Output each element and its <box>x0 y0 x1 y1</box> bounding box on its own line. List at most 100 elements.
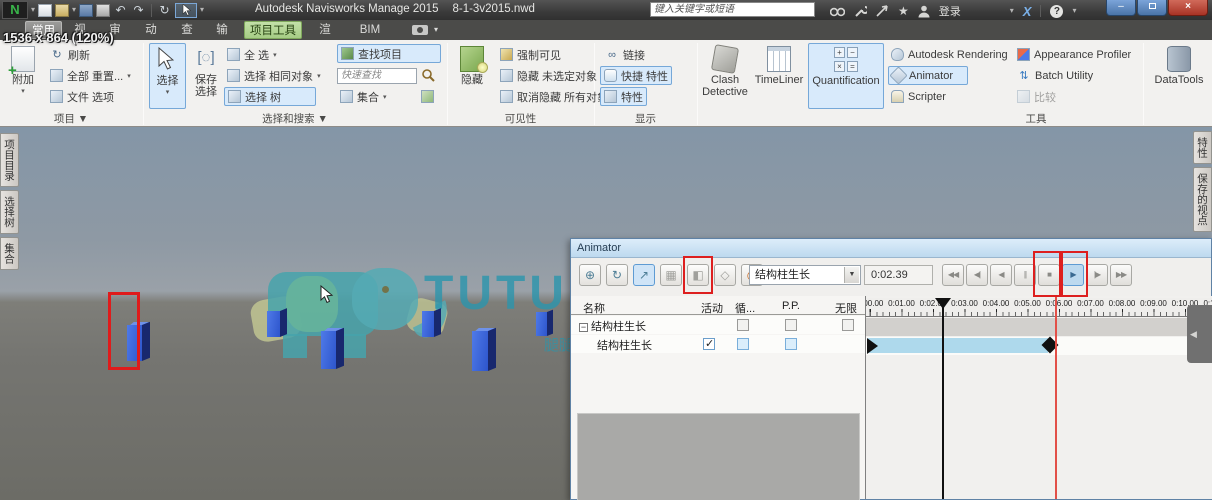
print-icon[interactable] <box>96 3 111 17</box>
animation-scene-row[interactable]: − 结构柱生长 <box>571 316 865 334</box>
column-header-pp[interactable]: P.P. <box>782 300 800 312</box>
structure-column[interactable] <box>472 327 497 372</box>
step-back-button[interactable]: ◀| <box>966 264 988 286</box>
dock-tab-saved-viewpoints[interactable]: 保存的视点 <box>1193 167 1212 232</box>
scale-animation-set-button[interactable]: ↗ <box>633 264 655 286</box>
quick-properties-button[interactable]: 快捷 特性 <box>600 66 673 85</box>
manage-sets-button[interactable] <box>418 87 437 106</box>
tab-output[interactable]: 输出 <box>207 21 237 54</box>
find-items-button[interactable]: 查找项目 <box>337 44 441 63</box>
column-header-loop[interactable]: 循... <box>735 300 755 316</box>
datatools-button[interactable]: DataTools <box>1150 43 1208 109</box>
scripter-button[interactable]: Scripter <box>888 87 949 106</box>
favorites-star-icon[interactable]: ★ <box>898 4 909 18</box>
selection-tree-button[interactable]: 选择 树 <box>224 87 316 106</box>
dock-tab-selection-tree[interactable]: 选择树 <box>0 190 19 234</box>
save-icon[interactable] <box>79 3 94 17</box>
capture-keyframe-button[interactable]: ◇ <box>714 264 736 286</box>
loop-checkbox[interactable] <box>737 319 749 331</box>
minimize-button[interactable]: – <box>1106 0 1136 16</box>
tab-render[interactable]: 渲染 <box>310 21 340 54</box>
animation-set-row[interactable]: 结构柱生长 <box>571 335 865 353</box>
save-selection-button[interactable]: [◌] 保存 选择 <box>190 43 222 109</box>
project-group-label[interactable]: 项目 ▼ <box>0 112 142 126</box>
step-forward-button[interactable]: |▶ <box>1086 264 1108 286</box>
dock-tab-project-browser[interactable]: 项目目录 <box>0 133 19 187</box>
redo-icon[interactable]: ↷ <box>131 3 146 17</box>
playhead-line[interactable] <box>942 298 944 499</box>
animation-duration-bar[interactable] <box>868 338 1048 353</box>
reset-all-button[interactable]: 全部 重置... ▾ <box>47 66 134 85</box>
column-header-name[interactable]: 名称 <box>583 300 605 316</box>
loop-checkbox[interactable] <box>737 338 749 350</box>
translate-animation-set-button[interactable]: ⊕ <box>579 264 601 286</box>
new-file-icon[interactable] <box>38 3 52 17</box>
column-header-active[interactable]: 活动 <box>701 300 723 316</box>
tab-item-tools[interactable]: 项目工具 <box>244 21 302 39</box>
pp-checkbox[interactable] <box>785 319 797 331</box>
open-file-icon[interactable] <box>55 3 69 17</box>
timeliner-button[interactable]: TimeLiner <box>752 43 806 109</box>
structure-column[interactable] <box>422 308 442 338</box>
animation-track-row[interactable] <box>866 336 1212 355</box>
login-caret-icon[interactable]: ▾ <box>1010 2 1014 20</box>
scene-selector-caret-icon[interactable]: ▼ <box>844 267 859 283</box>
select-tool-toggle[interactable] <box>175 2 198 18</box>
infinite-checkbox[interactable] <box>842 319 854 331</box>
structure-column[interactable] <box>267 308 288 338</box>
appearance-profiler-button[interactable]: Appearance Profiler <box>1014 45 1134 64</box>
active-checkbox-checked[interactable] <box>703 337 715 350</box>
communication-center-icon[interactable] <box>876 5 889 17</box>
clash-detective-button[interactable]: Clash Detective <box>701 43 749 109</box>
select-all-button[interactable]: 全 选 ▾ <box>224 45 280 64</box>
links-button[interactable]: ∞ 链接 <box>602 45 648 64</box>
login-label[interactable]: 登录 <box>939 3 961 19</box>
time-position-field[interactable]: 0:02.39 <box>864 265 933 285</box>
hide-button[interactable]: 隐藏 <box>452 43 492 109</box>
open-caret-icon[interactable]: ▾ <box>72 1 76 19</box>
tree-collapse-icon[interactable]: − <box>579 323 588 332</box>
select-search-group-label[interactable]: 选择和搜索 ▼ <box>145 112 445 126</box>
exchange-apps-icon[interactable]: X <box>1023 4 1032 19</box>
rotate-animation-set-button[interactable]: ↻ <box>606 264 628 286</box>
pp-checkbox[interactable] <box>785 338 797 350</box>
qat-customize-caret-icon[interactable]: ▾ <box>200 1 204 19</box>
visibility-group-label[interactable]: 可见性 <box>447 112 594 126</box>
scene-selector-dropdown[interactable]: 结构柱生长 ▼ <box>749 265 861 285</box>
app-menu-caret-icon[interactable]: ▾ <box>31 1 35 19</box>
scene-track-row[interactable] <box>866 318 1212 336</box>
quick-find-search-icon[interactable] <box>421 68 436 83</box>
tab-bim360[interactable]: BIM 360 <box>345 21 395 54</box>
sets-button[interactable]: 集合 ▾ <box>337 87 390 106</box>
file-options-button[interactable]: 文件 选项 <box>47 87 117 106</box>
change-color-button[interactable]: ▦ <box>660 264 682 286</box>
batch-utility-button[interactable]: ⇅ Batch Utility <box>1014 66 1096 85</box>
help-icon[interactable]: ? <box>1050 4 1064 18</box>
refresh-project-button[interactable]: ↻ 刷新 <box>47 45 93 64</box>
append-button[interactable]: 附加▾ <box>4 43 42 109</box>
infocenter-search-input[interactable] <box>650 2 815 17</box>
undo-icon[interactable]: ↶ <box>113 3 128 17</box>
rewind-button[interactable]: ◀◀ <box>942 264 964 286</box>
structure-column[interactable] <box>321 327 345 370</box>
structure-column[interactable] <box>536 309 554 337</box>
display-group-label[interactable]: 显示 <box>594 112 697 126</box>
help-caret-icon[interactable]: ▾ <box>1072 2 1076 20</box>
render-style-icon[interactable] <box>412 25 428 35</box>
quantification-button[interactable]: + − × = Quantification <box>808 43 884 109</box>
timeline-ruler[interactable]: 0:00.000:01.000:02.000:03.000:04.000:05.… <box>866 298 1212 317</box>
close-button[interactable]: × <box>1168 0 1208 16</box>
animator-panel-title[interactable]: Animator <box>571 239 1211 258</box>
navisworks-app-icon[interactable]: N <box>2 1 28 19</box>
select-button[interactable]: 选择 ▾ <box>149 43 186 109</box>
dock-tab-sets[interactable]: 集合 <box>0 237 19 270</box>
require-button[interactable]: 强制可见 <box>497 45 564 64</box>
play-reverse-button[interactable]: ◀ <box>990 264 1012 286</box>
playhead-marker[interactable] <box>935 298 951 309</box>
maximize-button[interactable] <box>1137 0 1167 16</box>
select-same-button[interactable]: 选择 相同对象 ▾ <box>224 66 324 85</box>
wrench-icon[interactable] <box>854 5 867 18</box>
autodesk-rendering-button[interactable]: Autodesk Rendering <box>888 45 1011 64</box>
sign-in-user-icon[interactable] <box>918 5 930 18</box>
tab-animation[interactable]: 动画 <box>136 21 166 54</box>
